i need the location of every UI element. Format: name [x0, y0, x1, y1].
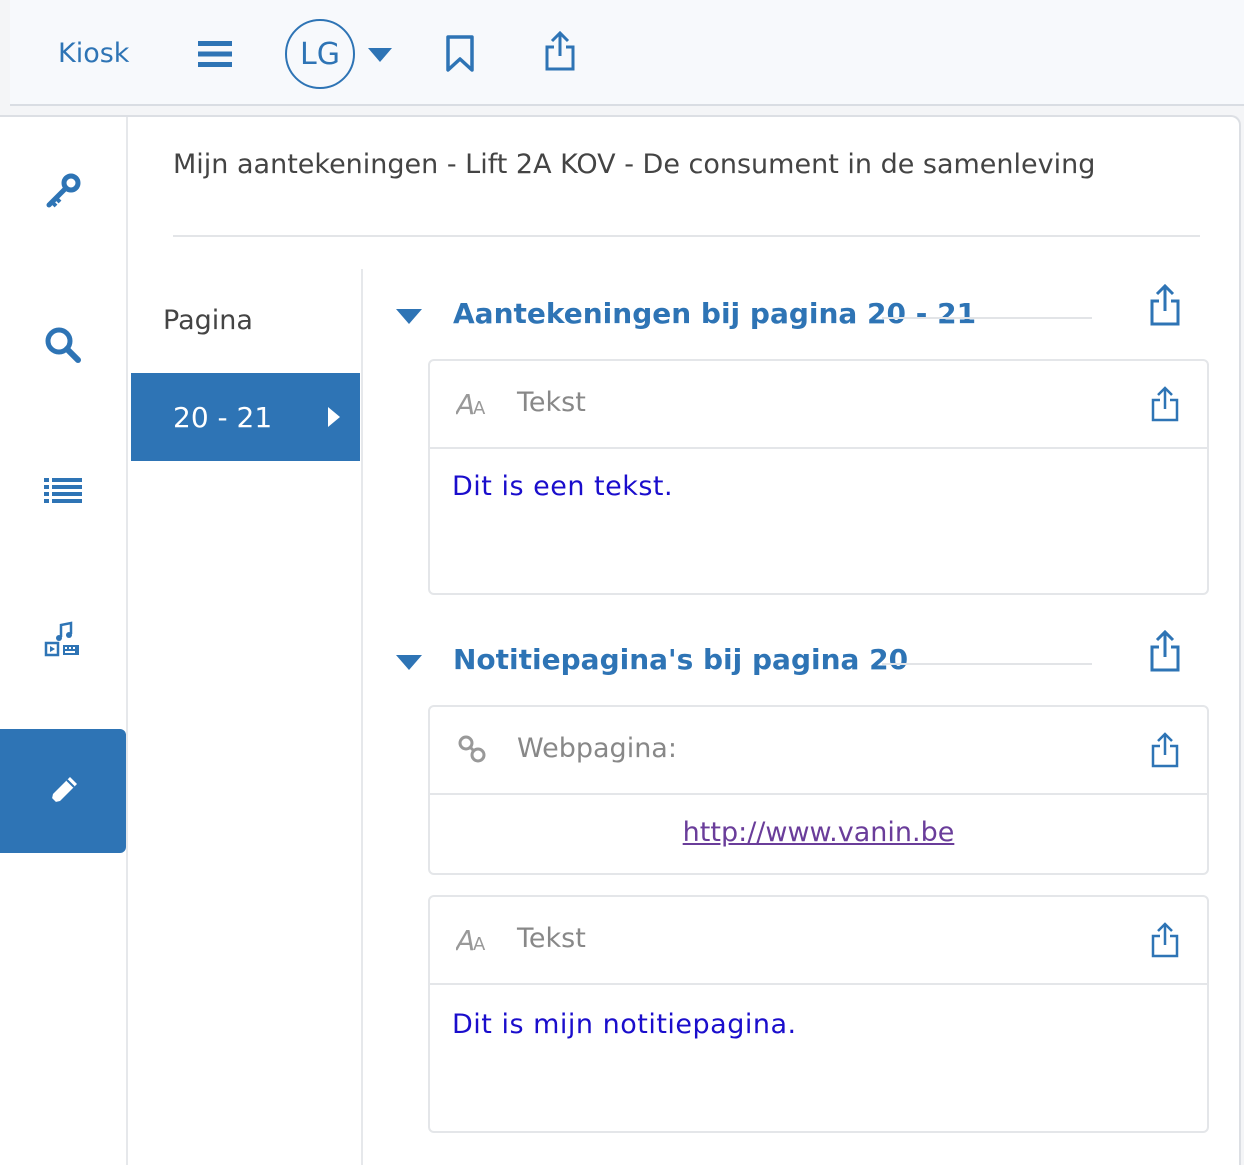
page-list-item[interactable]: 20 - 21	[131, 373, 360, 461]
collapse-triangle-icon[interactable]	[396, 309, 422, 325]
chevron-right-icon	[328, 407, 340, 427]
share-icon[interactable]	[1148, 283, 1182, 327]
share-icon[interactable]	[1150, 921, 1180, 959]
share-icon[interactable]	[543, 30, 577, 72]
section-line	[882, 663, 1092, 665]
sidebar-item-search[interactable]	[0, 283, 126, 407]
key-icon	[46, 173, 81, 208]
top-toolbar: Kiosk LG	[10, 0, 1244, 106]
sidebar-item-media[interactable]	[0, 577, 126, 701]
panel-title: Mijn aantekeningen - Lift 2A KOV - De co…	[173, 149, 1096, 180]
pencil-icon	[50, 777, 77, 804]
page-list-item-label: 20 - 21	[173, 400, 273, 434]
note-card: A A Tekst Dit is mijn notitiepagina.	[428, 895, 1209, 1133]
sidebar-item-notes[interactable]	[0, 729, 126, 853]
title-divider	[173, 235, 1200, 237]
note-type-label: Tekst	[517, 923, 586, 954]
svg-text:A: A	[473, 398, 486, 419]
collapse-triangle-icon[interactable]	[396, 655, 422, 671]
webpage-link[interactable]: http://www.vanin.be	[430, 817, 1207, 848]
section-line	[882, 317, 1092, 319]
column-divider	[361, 269, 363, 1165]
text-format-icon: A A	[456, 388, 486, 419]
section-title: Notitiepagina's bij pagina 20	[453, 643, 909, 676]
share-icon[interactable]	[1150, 731, 1180, 769]
link-icon	[458, 735, 486, 763]
note-card: Webpagina: http://www.vanin.be	[428, 705, 1209, 875]
user-avatar[interactable]: LG	[285, 19, 355, 89]
bookmark-icon[interactable]	[444, 35, 476, 73]
svg-text:A: A	[473, 934, 486, 955]
chevron-down-icon[interactable]	[368, 48, 392, 64]
section-header[interactable]: Notitiepagina's bij pagina 20	[396, 629, 1196, 683]
hamburger-menu-icon[interactable]	[198, 39, 232, 69]
search-icon	[45, 327, 81, 363]
note-type-label: Tekst	[517, 387, 586, 418]
note-card-header: Webpagina:	[430, 707, 1207, 795]
side-navigation	[0, 117, 128, 1165]
note-card-header: A A Tekst	[430, 361, 1207, 449]
share-icon[interactable]	[1148, 629, 1182, 673]
notes-panel: Mijn aantekeningen - Lift 2A KOV - De co…	[0, 115, 1241, 1165]
note-content: Dit is mijn notitiepagina.	[452, 1009, 797, 1040]
avatar-initials: LG	[300, 36, 340, 72]
sidebar-item-key[interactable]	[0, 129, 126, 253]
text-format-icon: A A	[456, 924, 486, 955]
page-column-header: Pagina	[163, 305, 253, 336]
note-type-label: Webpagina:	[517, 733, 677, 764]
note-card: A A Tekst Dit is een tekst.	[428, 359, 1209, 595]
media-icon	[44, 621, 79, 657]
section-header[interactable]: Aantekeningen bij pagina 20 - 21	[396, 283, 1196, 337]
sidebar-item-toc[interactable]	[0, 429, 126, 553]
note-content: Dit is een tekst.	[452, 471, 674, 502]
section-title: Aantekeningen bij pagina 20 - 21	[453, 297, 977, 330]
share-icon[interactable]	[1150, 385, 1180, 423]
kiosk-link[interactable]: Kiosk	[58, 38, 129, 69]
list-icon	[44, 478, 82, 503]
note-card-header: A A Tekst	[430, 897, 1207, 985]
